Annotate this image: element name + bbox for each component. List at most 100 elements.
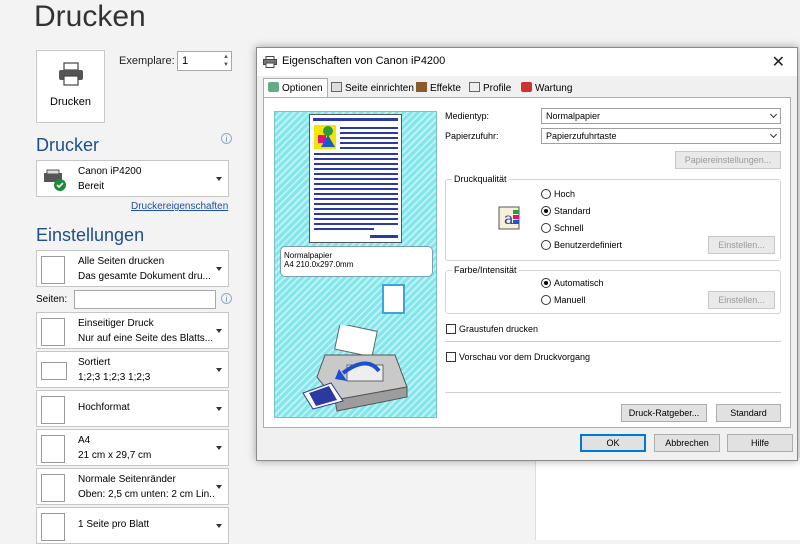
print-button[interactable]: Drucken	[36, 50, 105, 123]
pages-input[interactable]	[74, 290, 216, 309]
dialog-title: Eigenschaften von Canon iP4200	[282, 55, 446, 67]
quality-standard-radio[interactable]: Standard	[541, 206, 591, 216]
cancel-button[interactable]: Abbrechen	[654, 434, 720, 452]
radio-label: Schnell	[554, 223, 584, 233]
printer-status: Bereit	[78, 181, 105, 192]
printer-icon	[263, 56, 277, 68]
brush-icon	[416, 82, 427, 92]
copies-spinner[interactable]: ▲ ▼	[223, 53, 229, 69]
media-type-value: Normalpapier	[546, 111, 601, 121]
radio-label: Benutzerdefiniert	[554, 240, 623, 250]
printer-heading: Drucker	[36, 135, 100, 155]
paper-settings-button[interactable]: Papiereinstellungen...	[675, 151, 781, 169]
preview-media-label: Normalpapier A4 210.0x297.0mm	[280, 246, 433, 277]
chevron-down-icon	[216, 485, 222, 489]
preview-before-print-checkbox[interactable]: Vorschau vor dem Druckvorgang	[446, 352, 590, 362]
checkbox-off-icon	[446, 324, 456, 334]
settings-print-range[interactable]: Alle Seiten drucken Das gesamte Dokument…	[36, 250, 229, 287]
radio-label: Automatisch	[554, 278, 604, 288]
print-backstage: Drucken Drucken Exemplare: 1 ▲ ▼ Drucker …	[0, 0, 268, 544]
page-title: Drucken	[34, 0, 146, 33]
quality-fast-radio[interactable]: Schnell	[541, 223, 584, 233]
checkbox-off-icon	[446, 352, 456, 362]
color-group: Farbe/Intensität Automatisch Manuell Ein…	[445, 265, 781, 314]
tab-label: Wartung	[535, 83, 573, 94]
setting-label: Hochformat	[78, 402, 130, 413]
color-group-label: Farbe/Intensität	[452, 265, 519, 275]
media-type-select[interactable]: Normalpapier	[541, 108, 781, 124]
tab-page-setup[interactable]: Seite einrichten	[327, 79, 418, 97]
options-tab-icon	[268, 82, 279, 92]
svg-text:a: a	[504, 209, 514, 228]
options-panel: Normalpapier A4 210.0x297.0mm Medientyp:…	[263, 97, 791, 428]
paper-size-icon	[41, 435, 65, 463]
setting-detail: Nur auf eine Seite des Blatts...	[78, 333, 214, 344]
setting-label: 1 Seite pro Blatt	[78, 519, 150, 530]
help-button[interactable]: Hilfe	[727, 434, 793, 452]
spin-down-icon[interactable]: ▼	[223, 62, 229, 68]
defaults-button[interactable]: Standard	[716, 404, 781, 422]
close-icon[interactable]: ✕	[772, 52, 785, 72]
preview-paper	[309, 114, 402, 243]
print-advisor-button[interactable]: Druck-Ratgeber...	[621, 404, 707, 422]
copies-value: 1	[182, 55, 189, 67]
printer-name: Canon iP4200	[78, 166, 142, 177]
color-manual-radio[interactable]: Manuell	[541, 295, 586, 305]
print-preview: Normalpapier A4 210.0x297.0mm	[274, 111, 437, 418]
color-auto-radio[interactable]: Automatisch	[541, 278, 604, 288]
tab-label: Seite einrichten	[345, 83, 414, 94]
quality-high-radio[interactable]: Hoch	[541, 189, 575, 199]
radio-on-icon	[541, 278, 551, 288]
tab-maintenance[interactable]: Wartung	[517, 79, 576, 97]
tab-options[interactable]: Optionen	[263, 78, 328, 98]
radio-off-icon	[541, 240, 551, 250]
printer-info-icon[interactable]: i	[221, 133, 232, 144]
profile-icon	[469, 82, 480, 92]
checkbox-label: Vorschau vor dem Druckvorgang	[459, 352, 591, 362]
chevron-down-icon	[216, 368, 222, 372]
setting-detail: 21 cm x 29,7 cm	[78, 450, 152, 461]
pages-per-sheet-icon	[41, 513, 65, 541]
quality-settings-button[interactable]: Einstellen...	[708, 236, 775, 254]
settings-pages-per-sheet[interactable]: 1 Seite pro Blatt	[36, 507, 229, 544]
margins-icon	[41, 474, 65, 502]
preview-paper-size: A4 210.0x297.0mm	[284, 260, 354, 269]
printer-icon	[59, 62, 83, 86]
chevron-down-icon	[216, 329, 222, 333]
preview-document-icon	[313, 118, 398, 238]
radio-label: Standard	[554, 206, 591, 216]
printer-properties-link[interactable]: Druckereigenschaften	[131, 201, 228, 212]
setting-label: Normale Seitenränder	[78, 474, 176, 485]
collated-icon	[41, 362, 67, 380]
ok-button[interactable]: OK	[580, 434, 646, 452]
printer-illustration-icon	[302, 325, 408, 412]
color-settings-button[interactable]: Einstellen...	[708, 291, 775, 309]
radio-label: Manuell	[554, 295, 586, 305]
tab-label: Profile	[483, 83, 512, 94]
printer-properties-dialog: Eigenschaften von Canon iP4200 ✕ Optione…	[256, 47, 798, 461]
settings-sides[interactable]: Einseitiger Druck Nur auf eine Seite des…	[36, 312, 229, 349]
radio-off-icon	[541, 223, 551, 233]
radio-off-icon	[541, 189, 551, 199]
pages-icon	[41, 256, 65, 284]
settings-collation[interactable]: Sortiert 1;2;3 1;2;3 1;2;3	[36, 351, 229, 388]
printer-select[interactable]: Canon iP4200 Bereit	[36, 160, 229, 197]
radio-on-icon	[541, 206, 551, 216]
paper-source-select[interactable]: Papierzufuhrtaste	[541, 128, 781, 144]
radio-off-icon	[541, 295, 551, 305]
settings-heading: Einstellungen	[36, 225, 145, 245]
copies-label: Exemplare:	[119, 55, 175, 67]
spin-up-icon[interactable]: ▲	[223, 54, 229, 60]
paper-source-label: Papierzufuhr:	[445, 131, 499, 141]
pages-info-icon[interactable]: i	[221, 293, 232, 304]
tab-profiles[interactable]: Profile	[465, 79, 515, 97]
preview-paper-type: Normalpapier	[284, 251, 333, 260]
settings-orientation[interactable]: Hochformat	[36, 390, 229, 427]
settings-margins[interactable]: Normale Seitenränder Oben: 2,5 cm unten:…	[36, 468, 229, 505]
tab-effects[interactable]: Effekte	[412, 79, 465, 97]
copies-input[interactable]: 1 ▲ ▼	[177, 51, 232, 71]
grayscale-checkbox[interactable]: Graustufen drucken	[446, 324, 538, 334]
quality-custom-radio[interactable]: Benutzerdefiniert	[541, 240, 622, 250]
dialog-titlebar[interactable]: Eigenschaften von Canon iP4200 ✕	[257, 48, 797, 76]
settings-paper-size[interactable]: A4 21 cm x 29,7 cm	[36, 429, 229, 466]
